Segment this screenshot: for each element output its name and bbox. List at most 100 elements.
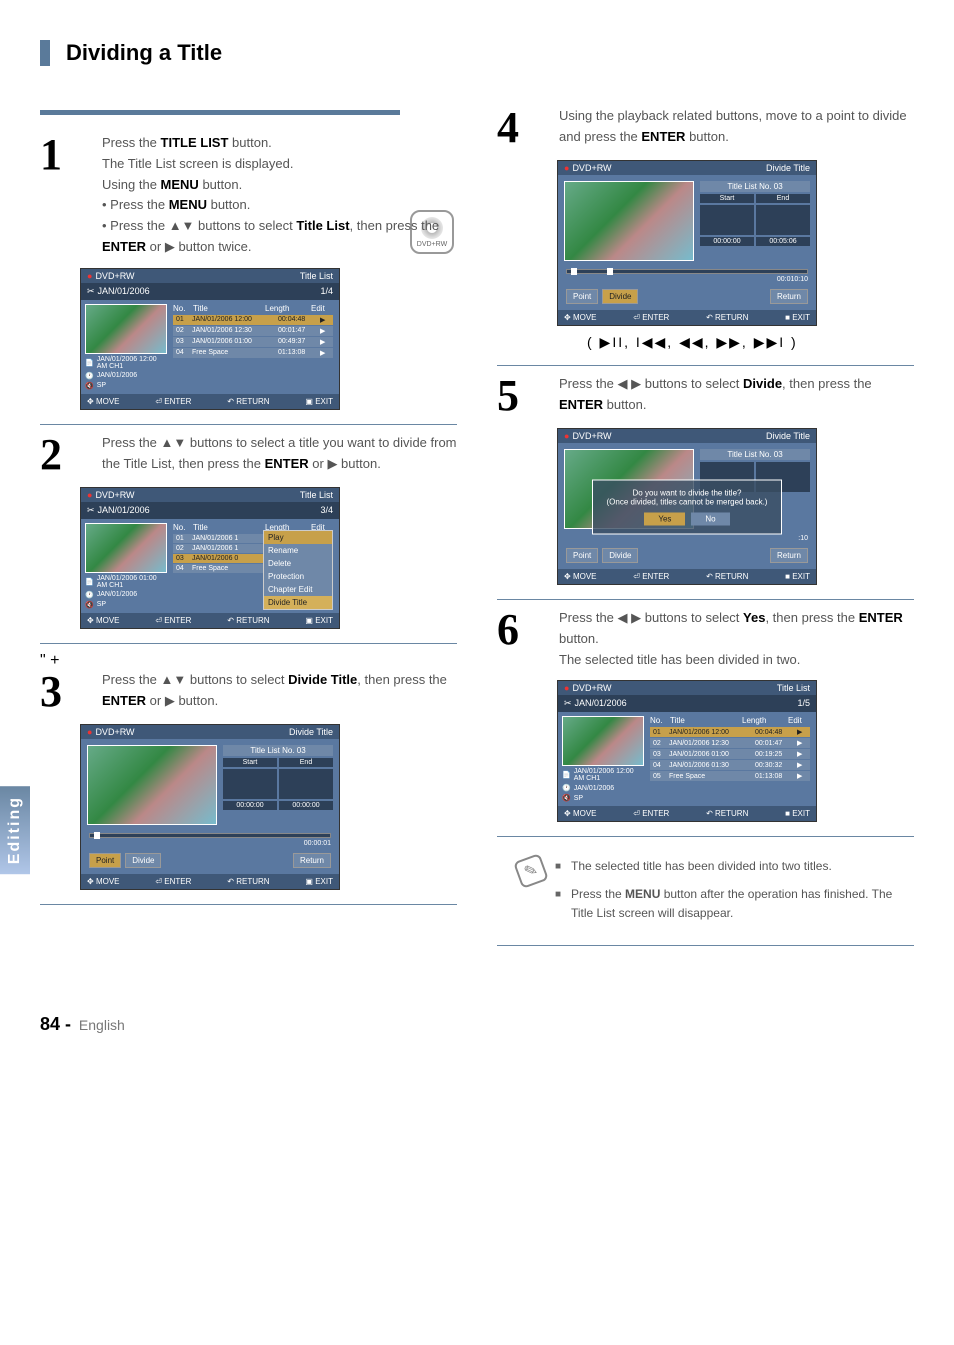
confirm-modal: Do you want to divide the title? (Once d… [592,479,782,534]
page-number: 84 - [40,1014,914,1035]
screen-title: Title List [300,490,333,500]
list-row[interactable]: 02JAN/01/2006 12:3000:01:47▶ [650,738,810,748]
rec-indicator: DVD+RW [87,490,135,500]
divide-button[interactable]: Divide [602,548,638,563]
button-row: Point Divide Return [81,851,339,874]
exit-icon: ▣ EXIT [305,877,333,886]
side-panels: Title List No. 03 Start End 00:00:00 00:… [700,181,810,261]
playback-keys: ( ▶II, I◀◀, ◀◀, ▶▶, ▶▶I ) [587,334,914,351]
divide-button[interactable]: Divide [125,853,161,868]
end-time: 00:05:06 [756,237,810,246]
menu-key: MENU [161,177,199,192]
step-1: 1 Press the TITLE LIST button. The Title… [40,133,457,258]
text: , then press the [357,672,447,687]
thumb-meta: 🔇 SP [85,601,167,609]
text: button. [228,135,271,150]
menu-protection[interactable]: Protection [264,570,332,583]
return-button[interactable]: Return [770,548,808,563]
divide-title-key: Divide Title [288,672,357,687]
screen-footer: ✥ MOVE ⏎ ENTER ↶ RETURN ■ EXIT [558,569,816,584]
menu-divide-title[interactable]: Divide Title [264,596,332,609]
rec-indicator: DVD+RW [87,271,135,281]
list-row[interactable]: 01JAN/01/2006 12:0000:04:48▶ [173,315,333,325]
list-row[interactable]: 03JAN/01/2006 01:0000:49:37▶ [173,337,333,347]
enter-icon: ⏎ ENTER [633,572,669,581]
point-button[interactable]: Point [566,548,598,563]
text: , then press the [782,376,872,391]
screen-header: DVD+RW Title List [81,488,339,502]
progress-bar[interactable] [566,269,808,274]
point-button[interactable]: Point [89,853,121,868]
text: The Title List screen is displayed. [102,156,293,171]
step-number: 3 [40,670,88,714]
list-column: No. Title Length Edit 01JAN/01/2006 12:0… [648,712,816,806]
section-title-text: Dividing a Title [66,40,222,66]
exit-icon: ■ EXIT [785,572,810,581]
divide-button[interactable]: Divide [602,289,638,304]
text: The selected title has been divided in t… [559,652,800,667]
thumbnail [562,716,644,766]
page-label: 1/4 [320,286,333,297]
button-row: Point Divide Return [558,546,816,569]
step-number: 4 [497,106,545,150]
modal-buttons: Yes No [601,512,773,525]
left-column: Editing 1 Press the TITLE LIST button. T… [40,106,457,954]
text: Press the [102,135,161,150]
yes-button[interactable]: Yes [644,512,685,525]
screen-header: DVD+RW Divide Title [81,725,339,739]
end-preview [279,769,333,799]
thumb-meta: 🔇 SP [85,382,167,390]
menu-play[interactable]: Play [264,531,332,544]
menu-delete[interactable]: Delete [264,557,332,570]
screen-footer: ✥ MOVE ⏎ ENTER ↶ RETURN ■ EXIT [558,310,816,325]
step-body: Using the playback related buttons, move… [559,106,914,150]
start-label: Start [700,194,754,203]
end-label: End [279,758,333,767]
list-row[interactable]: 05Free Space01:13:08▶ [650,771,810,781]
point-button[interactable]: Point [566,289,598,304]
screen-footer: ✥ MOVE ⏎ ENTER ↶ RETURN ▣ EXIT [81,613,339,628]
divide-top: Title List No. 03 Start End 00:00:00 00:… [81,739,339,831]
return-button[interactable]: Return [770,289,808,304]
list-row[interactable]: 03JAN/01/2006 01:0000:19:25▶ [650,749,810,759]
move-icon: ✥ MOVE [564,313,597,322]
list-column: No. Title Length Edit 01JAN/01/2006 12:0… [171,300,339,394]
rec-indicator: DVD+RW [87,727,135,737]
divider [40,110,400,115]
enter-key: ENTER [102,239,146,254]
screen-footer: ✥ MOVE ⏎ ENTER ↶ RETURN ▣ EXIT [81,874,339,889]
step-body: Press the ◀ ▶ buttons to select Divide, … [559,374,914,418]
context-menu: Play Rename Delete Protection Chapter Ed… [263,530,333,610]
step-5: 5 Press the ◀ ▶ buttons to select Divide… [497,374,914,418]
text: , then press the [350,218,440,233]
menu-chapter-edit[interactable]: Chapter Edit [264,583,332,596]
return-button[interactable]: Return [293,853,331,868]
list-row[interactable]: 04Free Space01:13:08▶ [173,348,333,358]
list-row[interactable]: 01JAN/01/2006 12:0000:04:48▶ [650,727,810,737]
screen-title: Title List [777,683,810,693]
rec-indicator: DVD+RW [564,683,612,693]
note-item: The selected title has been divided into… [555,857,914,876]
date-label: JAN/01/2006 [564,698,627,709]
list-row[interactable]: 04JAN/01/2006 01:3000:30:32▶ [650,760,810,770]
section-title: Dividing a Title [40,40,914,66]
step-body: Press the ▲▼ buttons to select a title y… [102,433,457,477]
text: Press the ▲▼ buttons to select [102,672,288,687]
end-time: 00:00:00 [279,801,333,810]
text: button. [685,129,728,144]
progress-bar[interactable] [89,833,331,838]
menu-rename[interactable]: Rename [264,544,332,557]
screen-body: 📄 JAN/01/2006 12:00 AM CH1 🕐 JAN/01/2006… [81,300,339,394]
text: button. [199,177,242,192]
screen-title-list-1: DVD+RW Title List JAN/01/2006 1/4 📄 JAN/… [80,268,340,410]
divide-key: Divide [743,376,782,391]
list-row[interactable]: 02JAN/01/2006 12:3000:01:47▶ [173,326,333,336]
thumbnail [85,304,167,354]
step-number: 5 [497,374,545,418]
start-label: Start [223,758,277,767]
text: or ▶ button. [309,456,381,471]
note-block: ✎ The selected title has been divided in… [517,857,914,931]
thumb-meta: 📄 JAN/01/2006 12:00 AM CH1 [562,768,644,782]
list-header: No. Title Length Edit [173,304,333,313]
no-button[interactable]: No [691,512,729,525]
